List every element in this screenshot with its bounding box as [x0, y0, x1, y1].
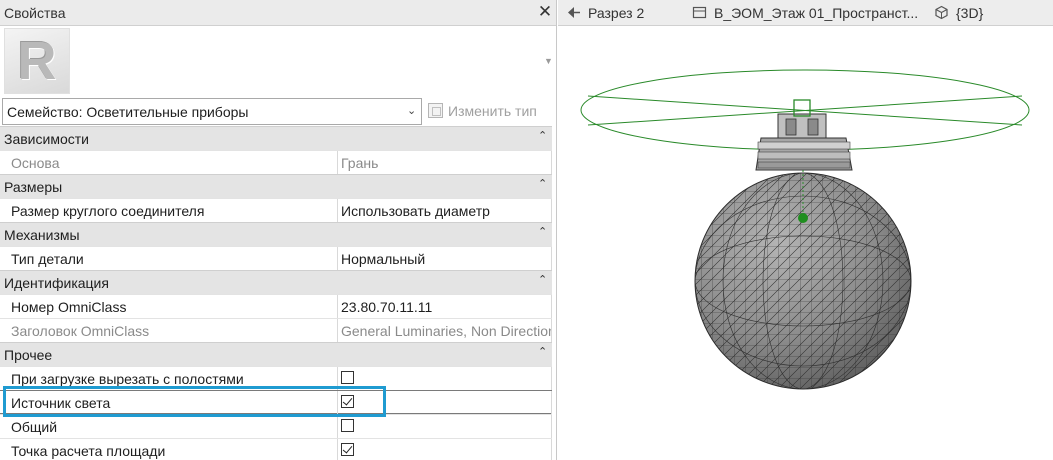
property-group[interactable]: Идентификация ⌃	[0, 270, 552, 294]
properties-header: Свойства ✕	[0, 0, 556, 26]
type-preview: R ▼	[0, 26, 556, 96]
property-group[interactable]: Зависимости ⌃	[0, 126, 552, 150]
properties-palette: Свойства ✕ R ▼ Семейство: Осветительные …	[0, 0, 557, 460]
property-value: Использовать диаметр	[341, 203, 490, 219]
property-row[interactable]: Тип детали Нормальный	[0, 246, 552, 271]
view-tabs: Разрез 2 В_ЭОМ_Этаж 01_Пространст... {3D…	[558, 0, 1053, 26]
tab-label: В_ЭОМ_Этаж 01_Пространст...	[714, 5, 919, 21]
property-value: Грань	[341, 155, 379, 171]
light-source-point[interactable]	[798, 213, 808, 223]
property-checkbox[interactable]	[341, 395, 354, 408]
property-checkbox[interactable]	[341, 371, 354, 384]
collapse-icon[interactable]: ⌃	[538, 225, 547, 238]
property-value-cell[interactable]	[339, 415, 552, 439]
property-value-cell[interactable]	[339, 391, 552, 415]
property-row[interactable]: Заголовок OmniClass General Luminaries, N…	[0, 318, 552, 343]
type-selector-row: Семейство: Осветительные приборы ⌄ Измен…	[0, 98, 556, 126]
property-row[interactable]: Источник света	[0, 390, 552, 415]
tab-3d[interactable]: {3D}	[934, 0, 1014, 26]
family-type-selector[interactable]: Семейство: Осветительные приборы ⌄	[2, 98, 422, 125]
property-row[interactable]: Размер круглого соединителя Использовать …	[0, 198, 552, 223]
property-value-cell[interactable]	[339, 367, 552, 391]
edit-type-icon	[428, 103, 443, 118]
property-value-cell[interactable]: Использовать диаметр	[339, 199, 552, 223]
property-group[interactable]: Механизмы ⌃	[0, 222, 552, 246]
floor-plan-icon	[692, 6, 707, 19]
edit-type-label: Изменить тип	[448, 103, 537, 119]
property-name: Точка расчета площади	[11, 443, 166, 459]
tab-label: {3D}	[956, 5, 984, 21]
edit-type-button[interactable]: Изменить тип	[426, 100, 554, 124]
tab-label: Разрез 2	[588, 5, 645, 21]
revit-logo: R	[4, 28, 70, 94]
tab-section-2[interactable]: Разрез 2	[566, 0, 676, 26]
properties-table: Зависимости ⌃ Основа Грань Размеры ⌃ Размер кр…	[0, 126, 552, 460]
property-name: Номер OmniClass	[11, 299, 127, 315]
property-name-cell: Источник света	[0, 391, 338, 415]
collapse-icon[interactable]: ⌃	[538, 345, 547, 358]
property-name-cell: Общий	[0, 415, 338, 439]
property-name: Заголовок OmniClass	[11, 323, 150, 339]
properties-title: Свойства	[4, 5, 66, 21]
property-checkbox[interactable]	[341, 443, 354, 456]
property-group-label: Размеры	[4, 179, 63, 195]
property-group-label: Прочее	[4, 347, 53, 363]
property-name: Размер круглого соединителя	[11, 203, 205, 219]
property-name-cell: Тип детали	[0, 247, 338, 271]
property-name: Основа	[11, 155, 60, 171]
revit-logo-letter: R	[17, 31, 57, 91]
property-row[interactable]: Точка расчета площади	[0, 438, 552, 460]
property-name: Тип детали	[11, 251, 84, 267]
property-value: 23.80.70.11.11	[341, 299, 433, 315]
property-row[interactable]: Основа Грань	[0, 150, 552, 175]
tab-floor-plan[interactable]: В_ЭОМ_Этаж 01_Пространст...	[692, 0, 922, 26]
3d-view-icon	[935, 5, 948, 20]
property-group-label: Зависимости	[4, 131, 89, 147]
section-view-icon	[568, 7, 580, 18]
property-name-cell: При загрузке вырезать с полостями	[0, 367, 338, 391]
3d-viewport[interactable]	[558, 26, 1053, 460]
property-name-cell: Основа	[0, 151, 338, 175]
family-type-value: Семейство: Осветительные приборы	[7, 104, 249, 120]
property-name-cell: Номер OmniClass	[0, 295, 338, 319]
collapse-icon[interactable]: ⌃	[538, 129, 547, 142]
property-checkbox[interactable]	[341, 419, 354, 432]
property-name-cell: Заголовок OmniClass	[0, 319, 338, 343]
close-icon[interactable]: ✕	[536, 3, 554, 21]
property-value-cell: Грань	[339, 151, 552, 175]
property-group-label: Идентификация	[4, 275, 109, 291]
property-row[interactable]: Номер OmniClass 23.80.70.11.11	[0, 294, 552, 319]
property-value-cell[interactable]: 23.80.70.11.11	[339, 295, 552, 319]
view-area: Разрез 2 В_ЭОМ_Этаж 01_Пространст... {3D…	[558, 0, 1053, 460]
chevron-down-icon: ⌄	[407, 105, 417, 117]
property-group[interactable]: Прочее ⌃	[0, 342, 552, 366]
property-value: General Luminaries, Non Directional	[341, 323, 552, 339]
property-value: Нормальный	[341, 251, 426, 267]
property-group-label: Механизмы	[4, 227, 80, 243]
property-row[interactable]: При загрузке вырезать с полостями	[0, 366, 552, 391]
property-value-cell[interactable]	[339, 439, 552, 460]
property-name-cell: Размер круглого соединителя	[0, 199, 338, 223]
property-group[interactable]: Размеры ⌃	[0, 174, 552, 198]
chevron-down-icon[interactable]: ▼	[544, 56, 553, 66]
property-name: Общий	[11, 419, 58, 435]
property-row[interactable]: Общий	[0, 414, 552, 439]
property-value-cell[interactable]: Нормальный	[339, 247, 552, 271]
property-name: При загрузке вырезать с полостями	[11, 371, 244, 387]
property-name-cell: Точка расчета площади	[0, 439, 338, 460]
property-value-cell: General Luminaries, Non Directional	[339, 319, 552, 343]
sphere-lamp	[694, 172, 912, 390]
collapse-icon[interactable]: ⌃	[538, 177, 547, 190]
property-name: Источник света	[11, 395, 111, 411]
collapse-icon[interactable]: ⌃	[538, 273, 547, 286]
